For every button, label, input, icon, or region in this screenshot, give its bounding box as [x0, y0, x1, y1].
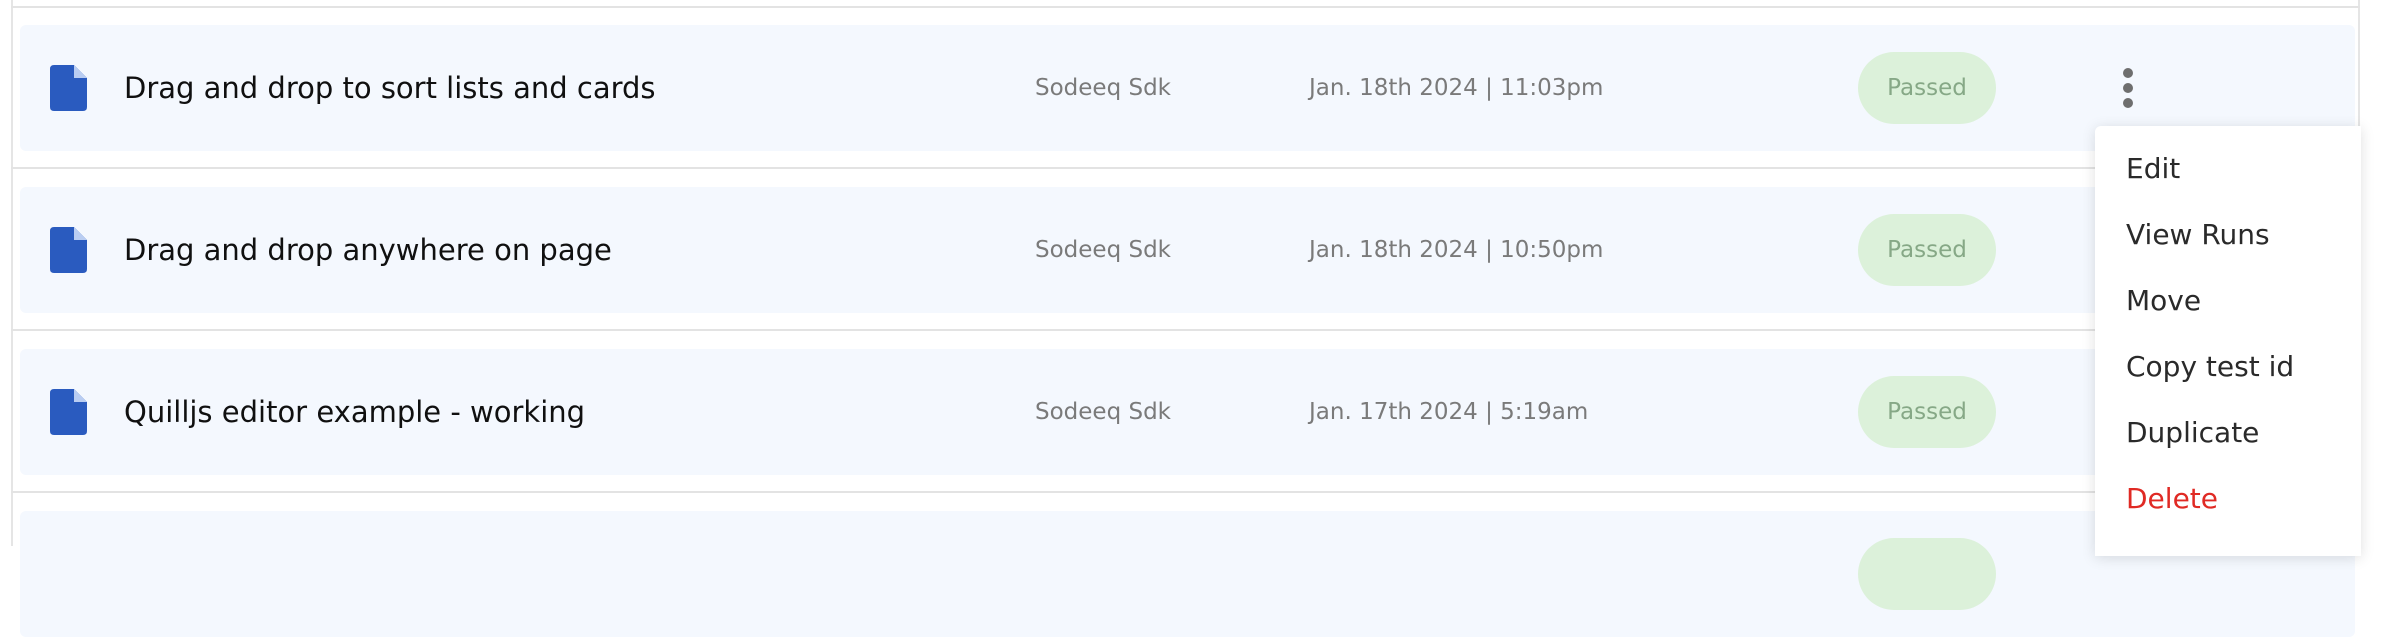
test-date: Jan. 17th 2024 | 5:19am — [1309, 399, 1589, 425]
menu-item-copy-test-id[interactable]: Copy test id — [2126, 350, 2294, 383]
file-icon — [50, 227, 87, 273]
test-author: Sodeeq Sdk — [1035, 399, 1172, 425]
menu-item-delete[interactable]: Delete — [2126, 482, 2218, 515]
menu-item-duplicate[interactable]: Duplicate — [2126, 416, 2259, 449]
test-row[interactable]: Drag and drop anywhere on page Sodeeq Sd… — [20, 187, 2355, 313]
menu-item-edit[interactable]: Edit — [2126, 152, 2180, 185]
test-title[interactable]: Drag and drop to sort lists and cards — [124, 25, 656, 151]
test-row[interactable] — [20, 511, 2355, 637]
kebab-menu-icon[interactable] — [2118, 65, 2138, 111]
status-badge — [1858, 538, 1996, 610]
menu-item-move[interactable]: Move — [2126, 284, 2201, 317]
test-author: Sodeeq Sdk — [1035, 75, 1172, 101]
divider — [11, 491, 2360, 493]
divider — [11, 329, 2360, 331]
test-row[interactable]: Quilljs editor example - working Sodeeq … — [20, 349, 2355, 475]
test-author: Sodeeq Sdk — [1035, 237, 1172, 263]
test-title[interactable]: Quilljs editor example - working — [124, 349, 585, 475]
test-row[interactable]: Drag and drop to sort lists and cards So… — [20, 25, 2355, 151]
test-title[interactable]: Drag and drop anywhere on page — [124, 187, 612, 313]
status-badge: Passed — [1858, 214, 1996, 286]
status-badge: Passed — [1858, 52, 1996, 124]
test-date: Jan. 18th 2024 | 11:03pm — [1309, 75, 1604, 101]
file-icon — [50, 389, 87, 435]
menu-item-view-runs[interactable]: View Runs — [2126, 218, 2270, 251]
status-badge: Passed — [1858, 376, 1996, 448]
row-context-menu: Edit View Runs Move Copy test id Duplica… — [2095, 126, 2361, 556]
divider — [11, 167, 2360, 169]
test-date: Jan. 18th 2024 | 10:50pm — [1309, 237, 1604, 263]
divider — [11, 6, 2360, 8]
file-icon — [50, 65, 87, 111]
